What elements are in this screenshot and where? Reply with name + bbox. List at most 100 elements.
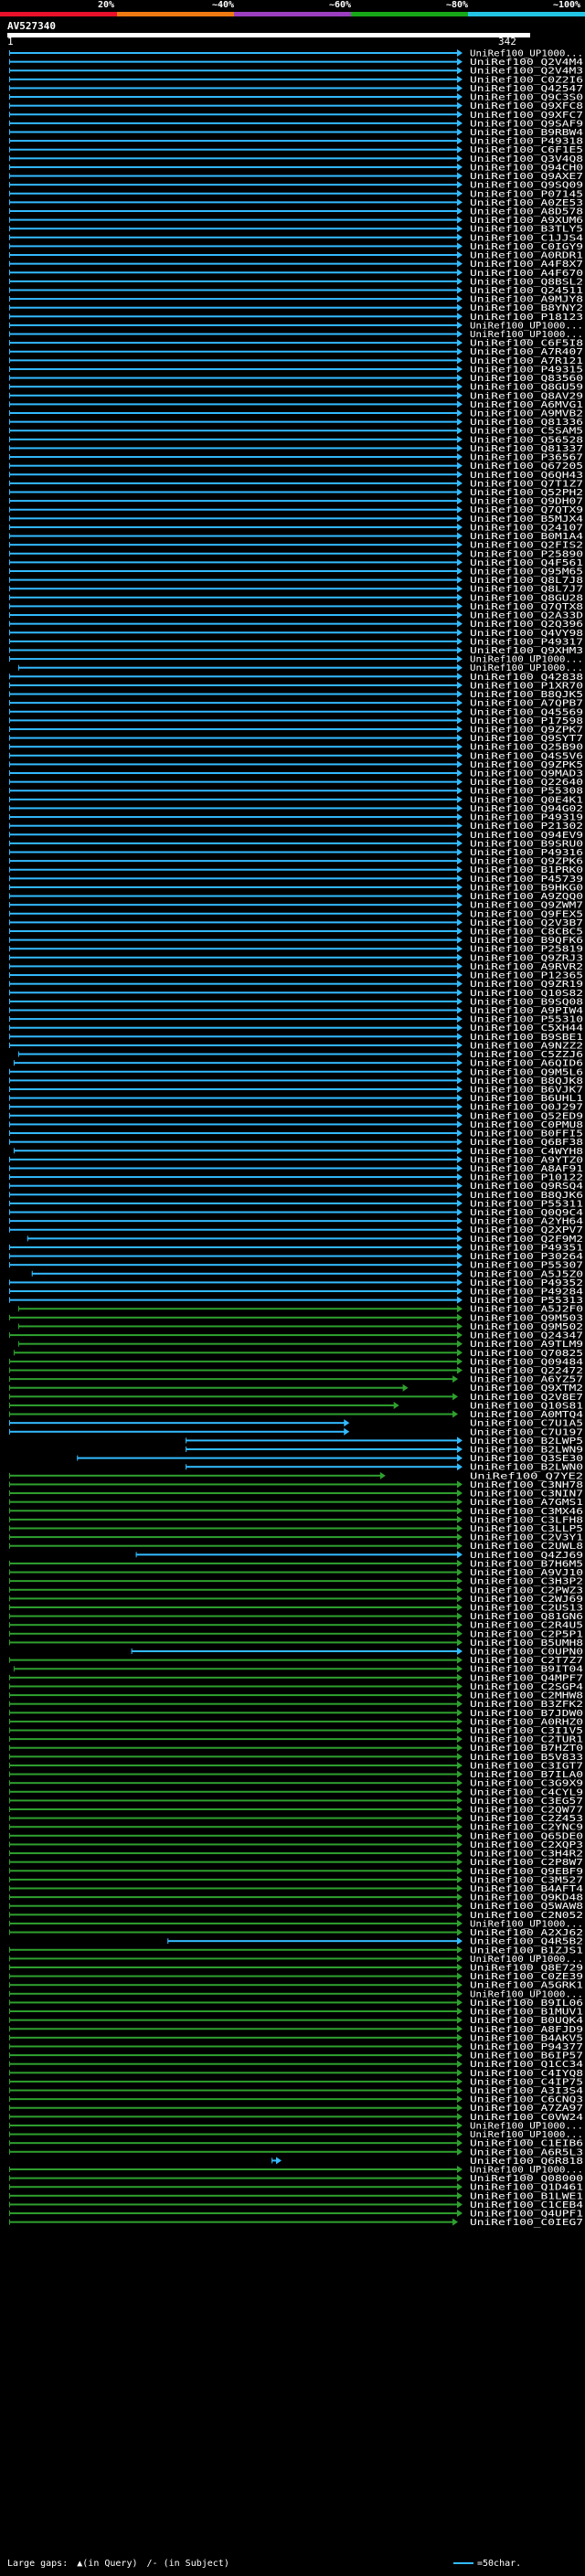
hit-start-tick [9, 1104, 10, 1110]
hit-start-tick [9, 1279, 10, 1286]
hit-start-tick [9, 50, 10, 56]
gaps-label: Large gaps: [7, 2559, 69, 2569]
hit-bar [9, 1957, 458, 1960]
hit-start-tick [9, 1481, 10, 1488]
hit-bar [9, 1659, 458, 1661]
hit-arrowhead [457, 795, 463, 803]
hit-arrowhead [457, 189, 463, 197]
hit-arrowhead [457, 251, 463, 260]
hit-start-tick [9, 1885, 10, 1892]
hit-start-tick [9, 506, 10, 513]
hit-arrowhead [457, 1884, 463, 1892]
hit-arrowhead [457, 427, 463, 435]
hit-bar [9, 895, 458, 897]
hit-arrowhead [457, 875, 463, 883]
hit-arrowhead [457, 2113, 463, 2121]
hit-bar [9, 1992, 458, 1995]
hit-bar [9, 350, 458, 353]
hit-bar [9, 1369, 458, 1372]
hit-start-tick [9, 779, 10, 785]
hit-bar [9, 956, 458, 959]
hit-start-tick [9, 1929, 10, 1935]
hit-start-tick [9, 2070, 10, 2076]
hit-start-tick [9, 436, 10, 442]
hit-start-tick [9, 1744, 10, 1751]
hit-start-tick [9, 550, 10, 557]
hit-bar [9, 569, 458, 572]
hit-start-tick [9, 577, 10, 583]
hit-arrowhead [457, 84, 463, 92]
hit-arrowhead [457, 1735, 463, 1744]
hit-bar [9, 851, 458, 853]
hit-bar [9, 737, 458, 739]
hit-bar [9, 684, 458, 686]
hit-bar [9, 491, 458, 493]
hit-start-tick [9, 875, 10, 882]
hit-start-tick [9, 2131, 10, 2137]
hit-arrowhead [457, 1638, 463, 1647]
hit-arrowhead [457, 778, 463, 786]
hit-arrowhead [457, 1726, 463, 1734]
hit-bar [9, 1158, 458, 1161]
hit-bar [9, 1483, 458, 1486]
hit-start-tick [9, 1982, 10, 1988]
hit-arrowhead [452, 1375, 459, 1383]
hit-arrowhead [457, 137, 463, 145]
hit-label[interactable]: UniRef100_C0IEG7 [470, 2218, 583, 2228]
hit-bar [9, 1966, 458, 1968]
hit-arrowhead [457, 813, 463, 822]
hit-bar [9, 262, 458, 265]
hit-bar [186, 1447, 459, 1450]
hit-start-tick [9, 673, 10, 680]
hit-start-tick [9, 2140, 10, 2147]
hit-arrowhead [402, 1383, 409, 1392]
hit-arrowhead [457, 637, 463, 645]
hit-bar [9, 359, 458, 362]
hit-start-tick [9, 1394, 10, 1400]
hit-bar [9, 1984, 458, 1987]
hit-arrowhead [457, 1753, 463, 1761]
hit-bar [9, 228, 458, 230]
hit-start-tick [9, 1701, 10, 1707]
hit-start-tick [9, 866, 10, 873]
hit-start-tick [9, 594, 10, 600]
hit-start-tick [27, 1235, 28, 1242]
hit-arrowhead [457, 488, 463, 496]
hit-start-tick [9, 2087, 10, 2094]
hit-bar [9, 2115, 458, 2118]
hit-start-tick [9, 138, 10, 144]
hit-bar [9, 754, 458, 757]
hit-start-tick [9, 796, 10, 802]
hit-arrowhead [457, 1269, 463, 1277]
hit-arrowhead [457, 391, 463, 399]
hit-bar [9, 578, 458, 581]
hit-bar [9, 438, 458, 440]
hit-start-tick [9, 1402, 10, 1408]
hit-start-tick [9, 322, 10, 328]
hit-bar [9, 429, 458, 432]
hit-arrowhead [457, 1717, 463, 1725]
hit-start-tick [131, 1648, 133, 1655]
legend-text: =50char. [477, 2559, 522, 2569]
hit-start-tick [17, 1306, 19, 1312]
hit-arrowhead [457, 216, 463, 224]
hit-bar [9, 218, 458, 221]
hit-arrowhead [457, 1199, 463, 1207]
hit-start-tick [9, 190, 10, 196]
hit-bar [9, 131, 458, 133]
hit-start-tick [9, 1525, 10, 1532]
hit-bar [9, 2028, 458, 2030]
hit-arrowhead [457, 1585, 463, 1594]
hit-start-tick [9, 1788, 10, 1795]
hit-arrowhead [457, 1445, 463, 1453]
hit-bar [9, 1712, 458, 1714]
hit-arrowhead [457, 163, 463, 171]
hit-arrowhead [457, 1533, 463, 1542]
hit-start-tick [9, 1560, 10, 1566]
hit-start-tick [9, 1622, 10, 1628]
hit-bar [9, 780, 458, 783]
hit-start-tick [9, 1200, 10, 1206]
hit-bar [9, 464, 458, 467]
hit-start-tick [9, 2026, 10, 2032]
hit-start-tick [9, 1314, 10, 1320]
